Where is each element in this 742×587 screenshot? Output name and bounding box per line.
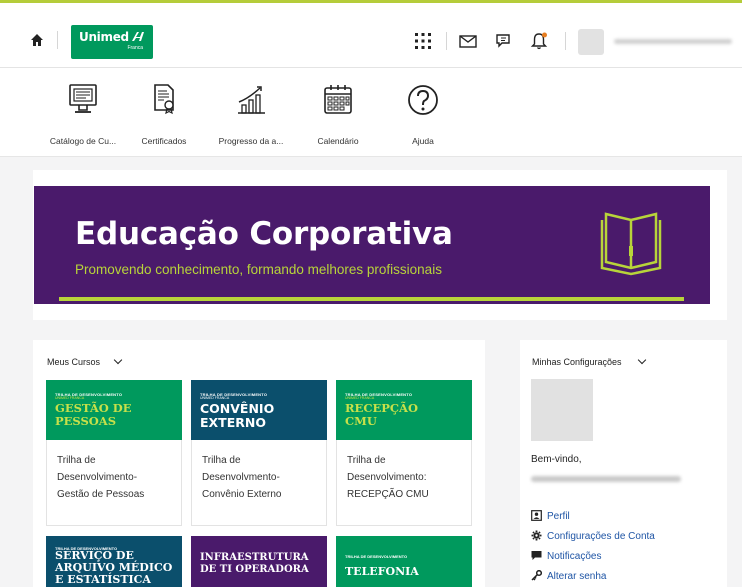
course-thumbnail: TRILHA DE DESENVOLVIMENTO UNIMED FRANCA … xyxy=(191,380,327,440)
my-settings-panel: Minhas Configurações Bem-vindo, Perfil C… xyxy=(520,340,727,587)
mail-icon[interactable] xyxy=(458,31,478,51)
thumb-caption: TRILHA DE DESENVOLVIMENTO xyxy=(345,554,408,559)
progress-chart-icon xyxy=(238,86,265,114)
help-icon xyxy=(408,85,438,115)
my-courses-panel: Meus Cursos TRILHA DE DESENVOLVIMENTO UN… xyxy=(33,340,485,587)
key-icon xyxy=(531,569,543,581)
divider xyxy=(57,31,58,49)
nav-item-progress[interactable]: Progresso da a... xyxy=(210,78,292,153)
thumb-title: CONVÊNIO EXTERNO xyxy=(200,401,275,430)
course-card[interactable]: TRILHA DE DESENVOLVIMENTO UNIMED FRANCA … xyxy=(46,380,182,526)
thumb-caption: UNIMED FRANCA xyxy=(55,396,85,400)
banner-divider xyxy=(59,297,684,301)
logo-mark-icon xyxy=(132,32,144,41)
welcome-text: Bem-vindo, xyxy=(531,454,582,465)
chevron-down-icon[interactable] xyxy=(637,355,647,365)
banner-title: Educação Corporativa xyxy=(75,216,453,252)
banner: Educação Corporativa Promovendo conhecim… xyxy=(34,186,710,304)
thumb-title: GESTÃO DE PESSOAS xyxy=(55,401,132,428)
bell-icon[interactable] xyxy=(529,31,549,51)
thumb-title: SERVIÇO DE ARQUIVO MÉDICO E ESTATÍSTICA xyxy=(55,549,173,586)
link-label: Configurações de Conta xyxy=(547,531,655,542)
nav-label: Calendário xyxy=(317,136,359,146)
thumb-title: INFRAESTRUTURA DE TI OPERADORA xyxy=(200,552,309,575)
logo-subtext: Franca xyxy=(127,45,143,51)
nav-label: Progresso da a... xyxy=(218,136,284,146)
top-navbar: Unimed Franca xyxy=(0,0,742,68)
divider xyxy=(565,32,566,50)
nav-item-help[interactable]: Ajuda xyxy=(395,78,451,153)
tools-navbar: Catálogo de Cu... Certificados Progresso… xyxy=(0,68,742,157)
course-thumbnail: TRILHA DE DESENVOLVIMENTO UNIMED FRANCA … xyxy=(46,380,182,440)
divider xyxy=(446,32,447,50)
certificate-icon xyxy=(154,84,174,115)
account-settings-link[interactable]: Configurações de Conta xyxy=(531,530,655,542)
nav-label: Catálogo de Cu... xyxy=(49,136,117,146)
course-card[interactable]: TRILHA DE DESENVOLVIMENTO UNIMED FRANCA … xyxy=(336,380,472,526)
thumb-caption: UNIMED FRANCA xyxy=(345,396,375,400)
home-icon[interactable] xyxy=(30,33,44,47)
open-book-icon xyxy=(600,212,662,276)
course-card[interactable]: INFRAESTRUTURA DE TI OPERADORA xyxy=(191,536,327,587)
banner-subtitle: Promovendo conhecimento, formando melhor… xyxy=(75,262,442,277)
change-password-link[interactable]: Alterar senha xyxy=(531,569,607,582)
unimed-logo[interactable]: Unimed Franca xyxy=(71,25,153,59)
user-name-redacted xyxy=(531,476,681,482)
settings-title: Minhas Configurações xyxy=(532,357,622,367)
course-title: Trilha de Desenvolvimento- Gestão de Pes… xyxy=(57,455,145,500)
notification-dot xyxy=(542,32,547,38)
thumb-title: RECEPÇÃO CMU xyxy=(345,401,418,428)
course-card[interactable]: TRILHA DE DESENVOLVIMENTO TELEFONIA xyxy=(336,536,472,587)
course-title: Trilha de Desenvolvmento- Convênio Exter… xyxy=(202,455,282,500)
gear-icon xyxy=(531,530,542,541)
nav-label: Certificados xyxy=(141,136,187,146)
profile-picture xyxy=(531,379,593,441)
username-redacted[interactable] xyxy=(614,39,732,44)
course-card[interactable]: TRILHA DE DESENVOLVIMENTO SERVIÇO DE ARQ… xyxy=(46,536,182,587)
link-label: Notificações xyxy=(547,551,602,562)
user-avatar[interactable] xyxy=(578,29,604,55)
apps-grid-icon[interactable] xyxy=(413,31,433,51)
link-label: Perfil xyxy=(547,511,570,522)
courses-title: Meus Cursos xyxy=(47,357,101,367)
course-thumbnail: TRILHA DE DESENVOLVIMENTO UNIMED FRANCA … xyxy=(336,380,472,440)
chat-icon xyxy=(531,551,542,560)
thumb-title: TELEFONIA xyxy=(345,565,419,578)
monitor-catalog-icon xyxy=(69,84,97,113)
calendar-icon xyxy=(324,85,352,114)
nav-item-catalog[interactable]: Catálogo de Cu... xyxy=(38,78,128,153)
notifications-link[interactable]: Notificações xyxy=(531,550,601,562)
course-title: Trilha de Desenvolvimento: RECEPÇÃO CMU xyxy=(347,455,429,500)
thumb-caption: UNIMED FRANCA xyxy=(200,396,230,400)
course-card[interactable]: TRILHA DE DESENVOLVIMENTO UNIMED FRANCA … xyxy=(191,380,327,526)
logo-text: Unimed xyxy=(79,30,129,44)
nav-label: Ajuda xyxy=(412,136,434,146)
nav-item-calendar[interactable]: Calendário xyxy=(306,78,370,153)
link-label: Alterar senha xyxy=(547,571,607,582)
profile-link[interactable]: Perfil xyxy=(531,510,570,522)
chat-icon[interactable] xyxy=(494,31,514,51)
chevron-down-icon[interactable] xyxy=(113,355,123,365)
nav-item-certificates[interactable]: Certificados xyxy=(134,78,194,153)
profile-icon xyxy=(531,510,542,521)
